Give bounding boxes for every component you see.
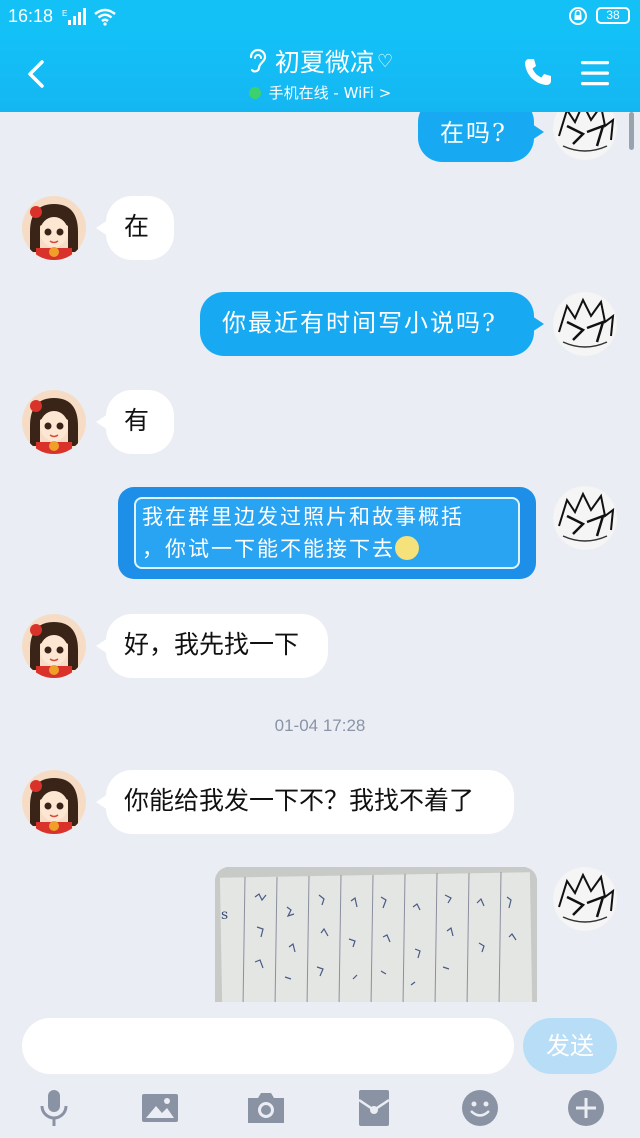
avatar-self[interactable] — [553, 112, 617, 160]
avatar-self[interactable] — [553, 867, 617, 931]
phone-icon — [525, 59, 551, 85]
message-text: 你最近有时间写小说吗? — [222, 309, 497, 337]
image-icon — [142, 1094, 178, 1122]
wifi-icon — [94, 8, 116, 30]
online-status: 手机在线 - WiFi > — [268, 84, 392, 102]
message-text: 好，我先找一下 — [124, 630, 300, 659]
message-bubble-sent[interactable]: 在吗? — [418, 112, 534, 162]
svg-text:s: s — [221, 907, 228, 923]
sketch-avatar-icon — [554, 487, 616, 549]
chat-scrollbar[interactable] — [629, 112, 634, 150]
send-button[interactable]: 发送 — [523, 1018, 617, 1074]
message-timestamp: 01-04 17:28 — [274, 716, 366, 735]
message-text-line: ，你试一下能不能接下去 — [142, 533, 512, 565]
hamburger-menu-icon — [581, 61, 609, 86]
input-area: 发送 — [0, 1002, 640, 1138]
message-text: ，你试一下能不能接下去 — [142, 537, 395, 561]
moon-emoji-icon — [395, 536, 419, 560]
message-text: 在 — [124, 212, 150, 241]
message-text: 在吗? — [440, 119, 507, 147]
message-bubble-received[interactable]: 好，我先找一下 — [106, 614, 328, 678]
chat-area[interactable]: 在吗? 在 你最近有时间写小说吗? 有 我在群里边发过照片和故事概括 ，你试一下… — [0, 112, 640, 1002]
themed-bubble-frame: 我在群里边发过照片和故事概括 ，你试一下能不能接下去 — [134, 497, 520, 569]
girl-avatar-icon — [22, 614, 86, 678]
voice-button[interactable] — [34, 1088, 74, 1128]
avatar-contact[interactable] — [22, 770, 86, 834]
girl-avatar-icon — [22, 196, 86, 260]
message-text: 你能给我发一下不？我找不着了 — [124, 786, 475, 815]
image-button[interactable] — [140, 1088, 180, 1128]
message-text: 有 — [124, 406, 150, 435]
ear-icon — [247, 48, 267, 82]
message-bubble-received[interactable]: 在 — [106, 196, 174, 260]
online-status-dot — [248, 87, 261, 99]
red-envelope-icon — [358, 1090, 390, 1126]
contact-name: 初夏微凉 — [274, 48, 375, 77]
svg-text:E: E — [62, 9, 67, 18]
chat-header: 初夏微凉 ♡ 手机在线 - WiFi > — [0, 34, 640, 112]
avatar-self[interactable] — [553, 486, 617, 550]
message-bubble-sent-themed[interactable]: 我在群里边发过照片和故事概括 ，你试一下能不能接下去 — [118, 487, 536, 579]
message-bubble-sent[interactable]: 你最近有时间写小说吗? — [200, 292, 534, 356]
plus-icon — [568, 1090, 604, 1126]
lock-rotation-icon — [568, 6, 588, 30]
sketch-avatar-icon — [554, 868, 616, 930]
emoji-button[interactable] — [460, 1088, 500, 1128]
status-time: 16:18 — [8, 6, 54, 26]
bubble-tail — [532, 316, 544, 332]
bubble-tail — [532, 124, 544, 140]
handwritten-notebook-photo: s — [215, 867, 537, 1002]
red-packet-button[interactable] — [354, 1088, 394, 1128]
camera-icon — [248, 1093, 284, 1123]
more-button[interactable] — [566, 1088, 606, 1128]
sketch-avatar-icon — [554, 293, 616, 355]
message-bubble-received[interactable]: 你能给我发一下不？我找不着了 — [106, 770, 514, 834]
avatar-contact[interactable] — [22, 390, 86, 454]
menu-button[interactable] — [578, 56, 612, 90]
girl-avatar-icon — [22, 770, 86, 834]
girl-avatar-icon — [22, 390, 86, 454]
camera-button[interactable] — [246, 1088, 286, 1128]
avatar-self[interactable] — [553, 292, 617, 356]
message-text-line: 我在群里边发过照片和故事概括 — [142, 505, 464, 529]
avatar-contact[interactable] — [22, 196, 86, 260]
sketch-avatar-icon — [554, 112, 616, 159]
status-bar: 16:18 E 38 — [0, 0, 640, 34]
message-bubble-received[interactable]: 有 — [106, 390, 174, 454]
message-input[interactable] — [22, 1018, 514, 1074]
call-button[interactable] — [520, 54, 556, 90]
smiley-icon — [462, 1090, 498, 1126]
signal-icon: E — [62, 8, 88, 30]
microphone-icon — [40, 1090, 68, 1126]
heart-icon: ♡ — [376, 51, 394, 72]
battery-indicator: 38 — [596, 7, 630, 24]
image-message[interactable]: s — [215, 867, 537, 1002]
avatar-contact[interactable] — [22, 614, 86, 678]
